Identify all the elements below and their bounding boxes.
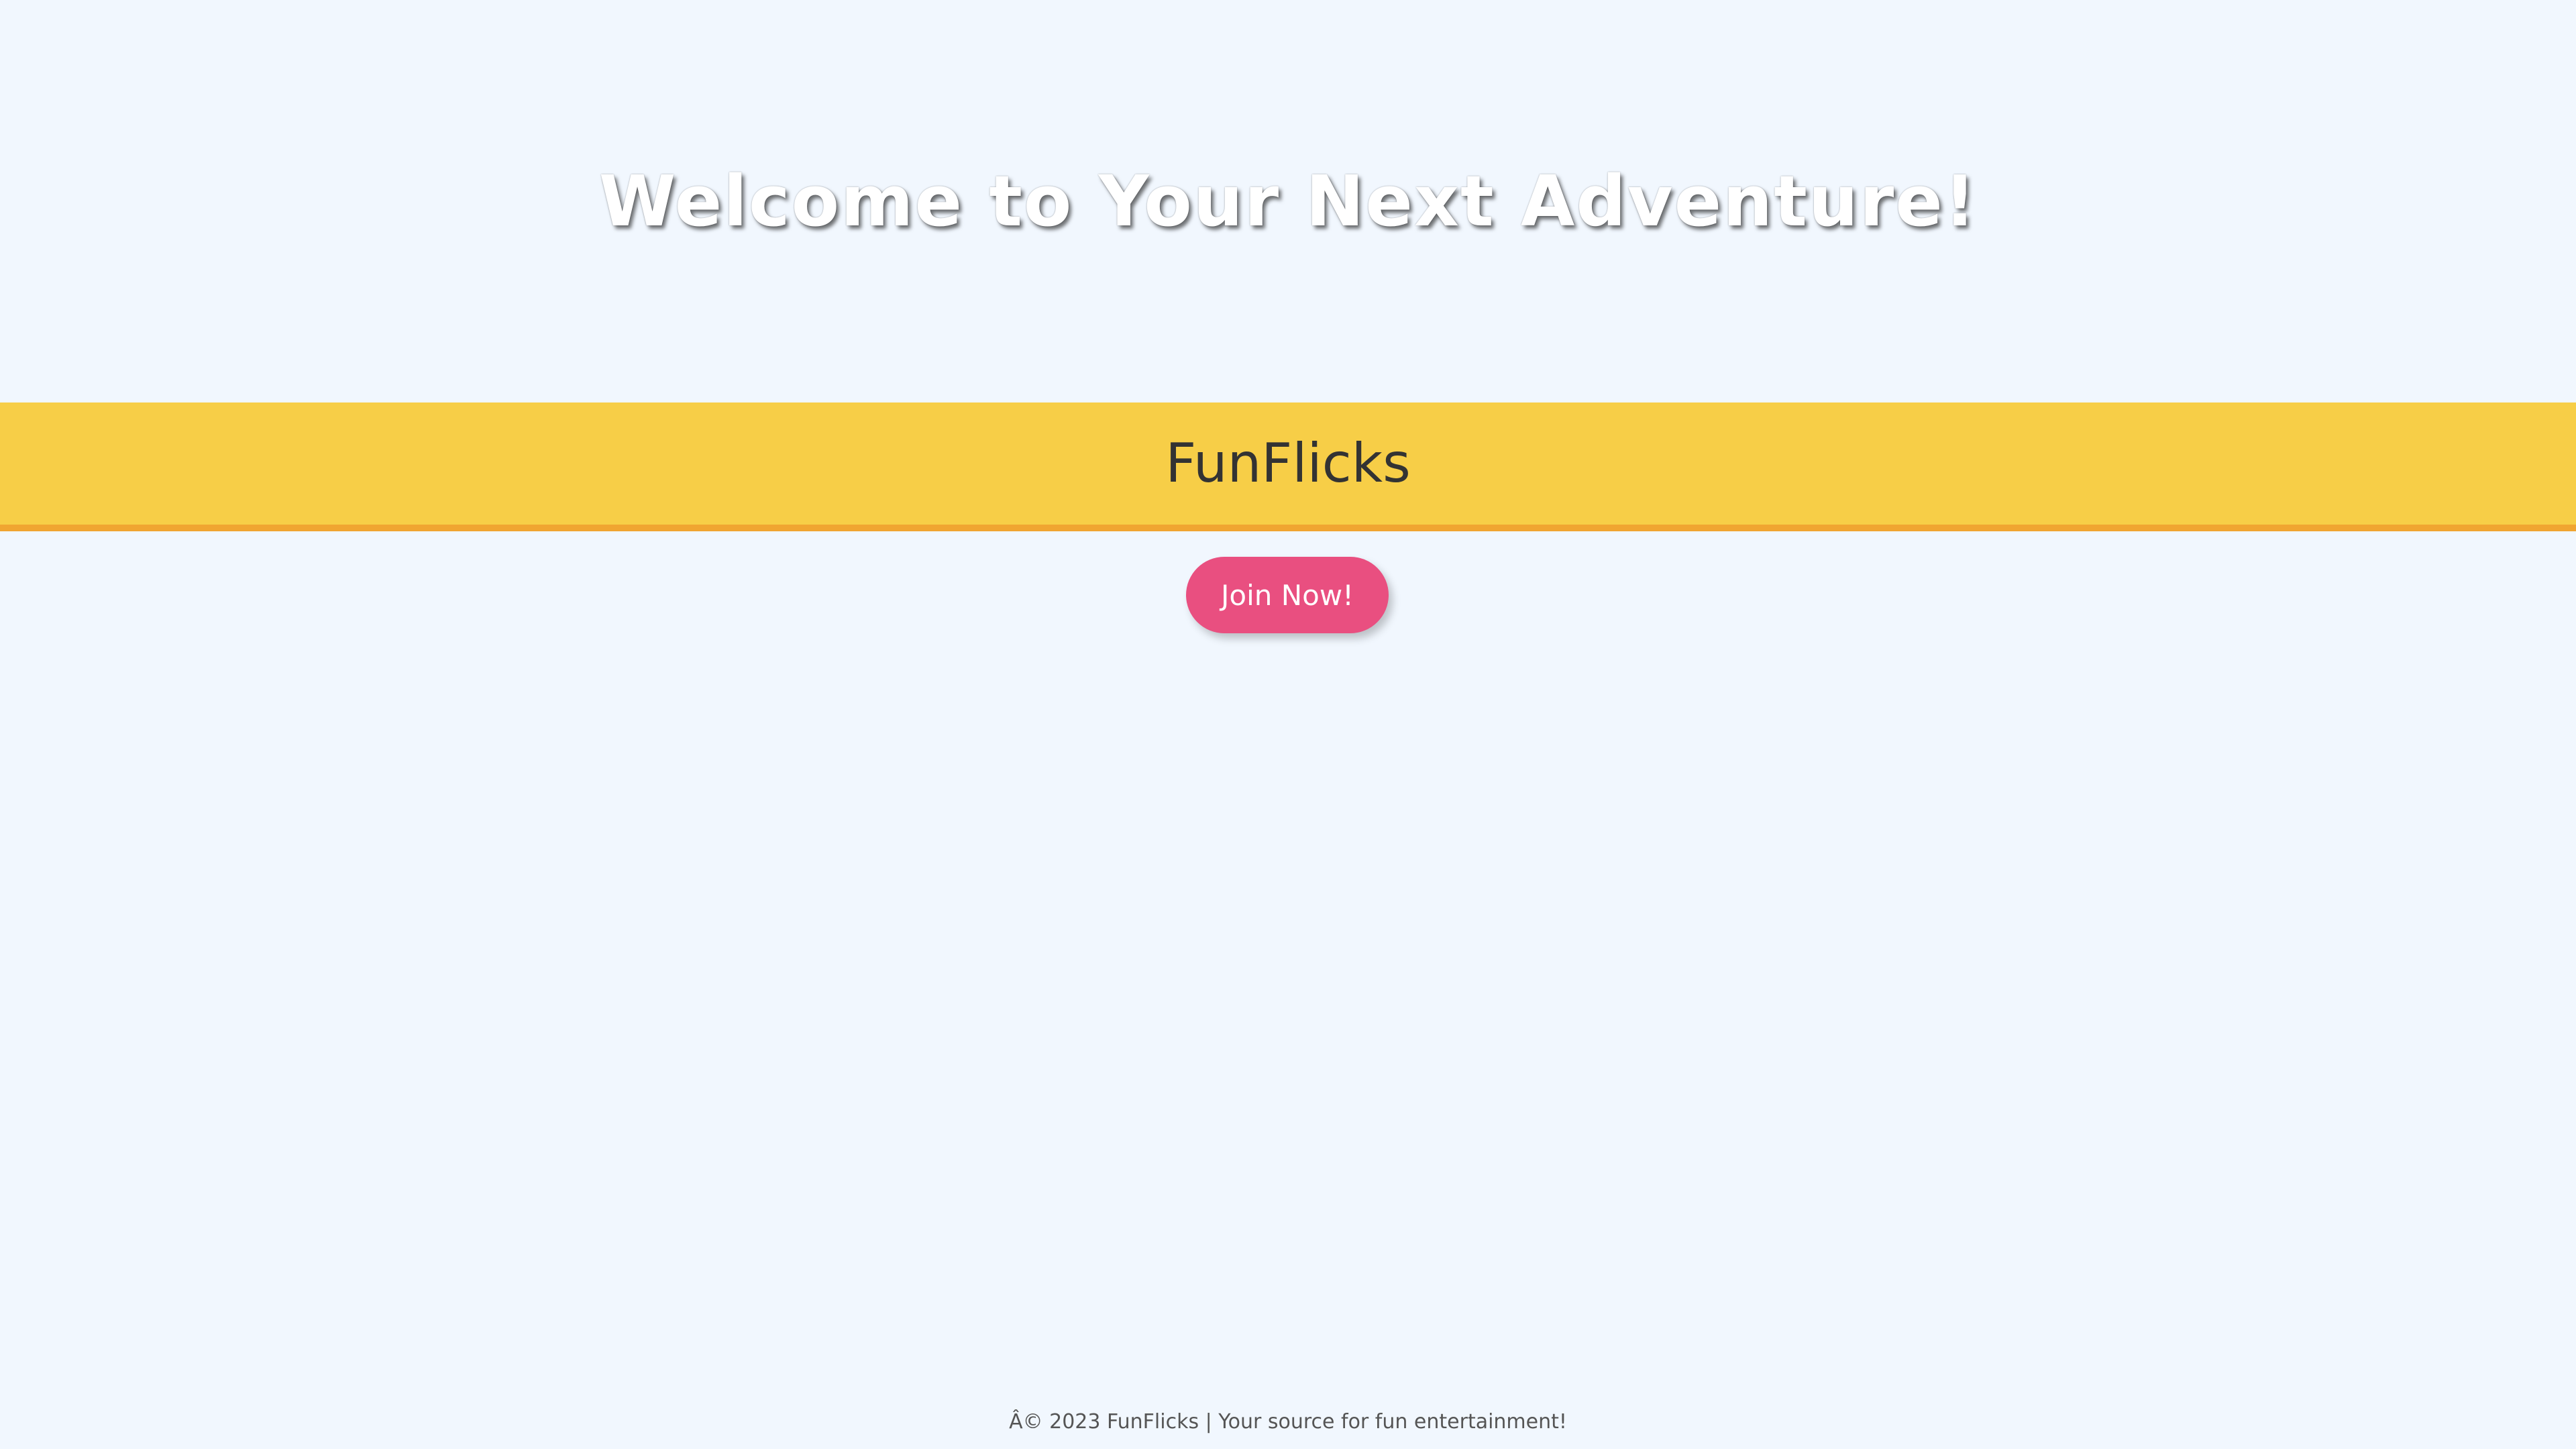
brand-name: FunFlicks: [1165, 432, 1411, 494]
hero-title: Welcome to Your Next Adventure!: [598, 160, 1978, 242]
footer-text: Â© 2023 FunFlicks | Your source for fun …: [1009, 1410, 1567, 1434]
brand-header: FunFlicks: [0, 402, 2576, 531]
page: Welcome to Your Next Adventure! FunFlick…: [0, 0, 2576, 1449]
join-now-button[interactable]: Join Now!: [1186, 557, 1389, 633]
